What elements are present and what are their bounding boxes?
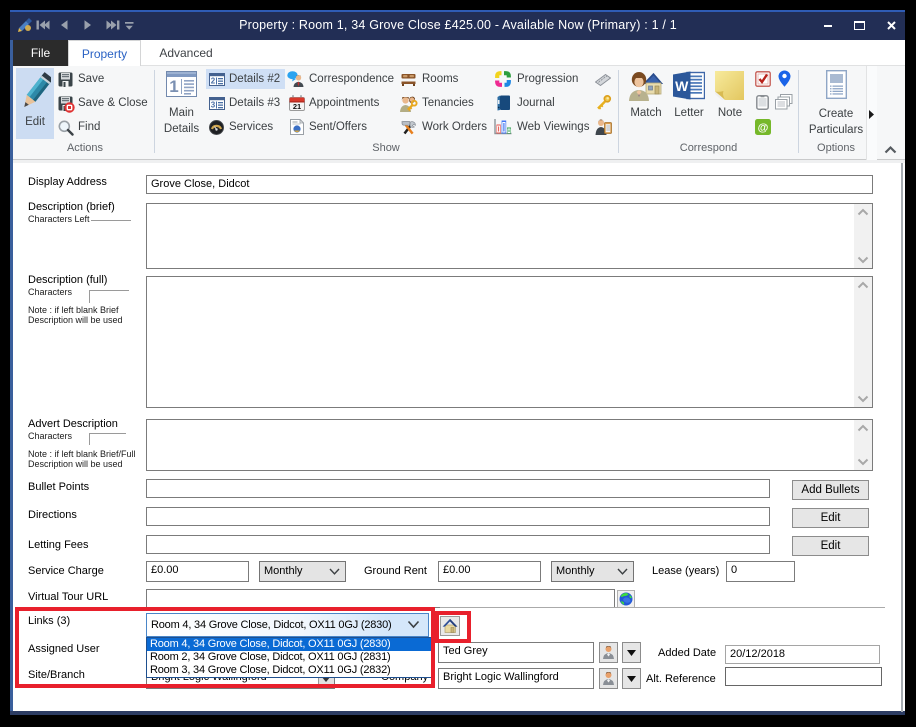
svg-text:1: 1 [169, 77, 178, 96]
svg-text:@: @ [758, 122, 769, 134]
svg-text:3: 3 [211, 101, 216, 110]
svg-text:21: 21 [293, 102, 301, 111]
svg-text:2: 2 [211, 77, 216, 86]
svg-text:W: W [675, 78, 689, 94]
